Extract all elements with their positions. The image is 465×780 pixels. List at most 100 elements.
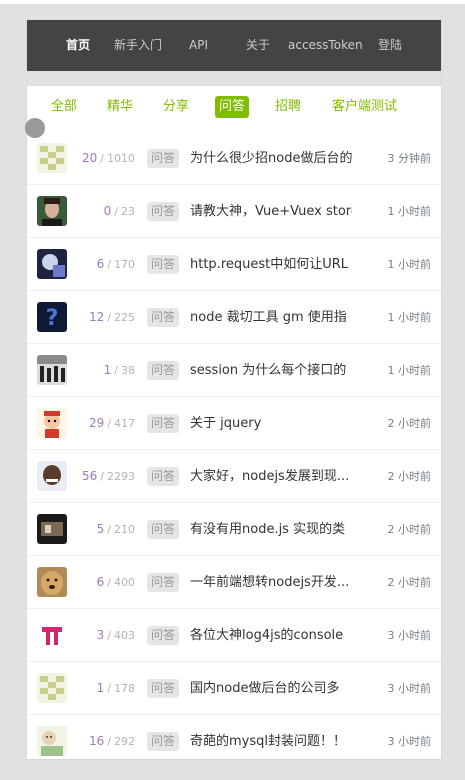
reply-count: 29	[89, 416, 105, 430]
topic-row[interactable]: 0/23 问答 请教大神，Vue+Vuex store 1 小时前	[27, 185, 441, 238]
bw-avatar[interactable]	[37, 355, 67, 385]
topic-row[interactable]: 1/178 问答 国内node做后台的公司多 3 小时前	[27, 662, 441, 715]
visit-count: 170	[114, 258, 135, 271]
svg-text:?: ?	[46, 306, 59, 331]
last-reply-time: 1 小时前	[387, 258, 432, 271]
nav-about[interactable]: 关于	[246, 20, 270, 71]
topic-tag-badge: 问答	[147, 361, 180, 380]
topic-tag-badge: 问答	[147, 308, 180, 327]
topic-title-link[interactable]: node 裁切工具 gm 使用指	[190, 291, 352, 344]
topic-tag-badge: 问答	[147, 679, 180, 698]
count-separator: /	[107, 682, 111, 695]
reply-count: 6	[96, 257, 105, 271]
portrait-avatar[interactable]	[37, 196, 67, 226]
reply-visit-count: 6/170	[69, 238, 135, 291]
nav-home[interactable]: 首页	[66, 20, 90, 71]
blue-avatar[interactable]	[37, 249, 67, 279]
topic-title-link[interactable]: 为什么很少招node做后台的	[190, 132, 352, 185]
topic-tag-badge: 问答	[147, 626, 180, 645]
topic-row[interactable]: 3/403 问答 各位大神log4js的console 3 小时前	[27, 609, 441, 662]
topic-title-link[interactable]: http.request中如何让URL	[190, 238, 352, 291]
nav-api[interactable]: API	[189, 20, 208, 71]
reply-visit-count: 1/178	[69, 662, 135, 715]
count-separator: /	[114, 364, 118, 377]
visit-count: 225	[114, 311, 135, 324]
tab-share[interactable]: 分享	[159, 96, 193, 118]
reply-count: 6	[96, 575, 105, 589]
scroll-indicator[interactable]	[25, 118, 45, 138]
topic-tabs: 全部 精华 分享 问答 招聘 客户端测试	[27, 86, 441, 133]
visit-count: 2293	[107, 470, 135, 483]
separator-strip	[27, 71, 441, 86]
nav-accesstoken[interactable]: accessToken	[288, 20, 363, 71]
last-reply-time: 2 小时前	[387, 576, 432, 589]
reply-count: 1	[103, 363, 112, 377]
dog-avatar[interactable]	[37, 567, 67, 597]
tab-ask[interactable]: 问答	[215, 96, 250, 118]
tab-good[interactable]: 精华	[103, 96, 137, 118]
visit-count: 210	[114, 523, 135, 536]
last-reply-time: 2 小时前	[387, 417, 432, 430]
topic-row[interactable]: 1/38 问答 session 为什么每个接口的 1 小时前	[27, 344, 441, 397]
tab-dev[interactable]: 客户端测试	[328, 96, 401, 118]
reply-visit-count: 3/403	[69, 609, 135, 662]
topic-row[interactable]: 6/400 问答 一年前端想转nodejs开发... 2 小时前	[27, 556, 441, 609]
reply-visit-count: 29/417	[69, 397, 135, 450]
reply-visit-count: 20/1010	[69, 132, 135, 185]
nav-getstarted[interactable]: 新手入门	[114, 20, 162, 71]
topic-tag-badge: 问答	[147, 467, 180, 486]
topic-title-link[interactable]: 大家好，nodejs发展到现...	[190, 450, 352, 503]
pink-avatar[interactable]	[37, 620, 67, 650]
topic-title-link[interactable]: 有没有用node.js 实现的类	[190, 503, 352, 556]
visit-count: 178	[114, 682, 135, 695]
count-separator: /	[107, 735, 111, 748]
dark-avatar[interactable]	[37, 514, 67, 544]
drawing-avatar[interactable]	[37, 726, 67, 756]
visit-count: 417	[114, 417, 135, 430]
pixel-avatar[interactable]	[37, 673, 67, 703]
face-avatar[interactable]	[37, 461, 67, 491]
count-separator: /	[107, 311, 111, 324]
topic-tag-badge: 问答	[147, 732, 180, 751]
nav-login[interactable]: 登陆	[378, 20, 402, 71]
count-separator: /	[107, 576, 111, 589]
app-frame: 首页 新手入门 API 关于 accessToken 登陆 全部 精华 分享 问…	[26, 19, 442, 760]
topic-tag-badge: 问答	[147, 255, 180, 274]
topic-tag-badge: 问答	[147, 573, 180, 592]
topic-row[interactable]: 5/210 问答 有没有用node.js 实现的类 2 小时前	[27, 503, 441, 556]
count-separator: /	[114, 205, 118, 218]
topic-title-link[interactable]: 各位大神log4js的console	[190, 609, 352, 662]
count-separator: /	[107, 523, 111, 536]
count-separator: /	[107, 629, 111, 642]
top-edge	[0, 0, 465, 4]
topic-title-link[interactable]: 国内node做后台的公司多	[190, 662, 352, 715]
topic-title-link[interactable]: 一年前端想转nodejs开发...	[190, 556, 352, 609]
visit-count: 23	[121, 205, 135, 218]
reply-visit-count: 16/292	[69, 715, 135, 759]
cartoon-avatar[interactable]	[37, 408, 67, 438]
last-reply-time: 3 小时前	[387, 735, 432, 748]
last-reply-time: 1 小时前	[387, 311, 432, 324]
last-reply-time: 2 小时前	[387, 523, 432, 536]
topic-title-link[interactable]: 关于 jquery	[190, 397, 352, 450]
tab-job[interactable]: 招聘	[271, 96, 305, 118]
topic-title-link[interactable]: 奇葩的mysql封装问题！！	[190, 715, 352, 759]
topic-title-link[interactable]: session 为什么每个接口的	[190, 344, 352, 397]
pixel-avatar[interactable]	[37, 143, 67, 173]
tab-all[interactable]: 全部	[47, 96, 81, 118]
topic-row[interactable]: 56/2293 问答 大家好，nodejs发展到现... 2 小时前	[27, 450, 441, 503]
last-reply-time: 3 小时前	[387, 682, 432, 695]
topic-title-link[interactable]: 请教大神，Vue+Vuex store	[190, 185, 352, 238]
visit-count: 292	[114, 735, 135, 748]
topic-row[interactable]: 6/170 问答 http.request中如何让URL 1 小时前	[27, 238, 441, 291]
topic-row[interactable]: 20/1010 问答 为什么很少招node做后台的 3 分钟前	[27, 132, 441, 185]
last-reply-time: 3 分钟前	[387, 152, 432, 165]
reply-visit-count: 6/400	[69, 556, 135, 609]
topic-row[interactable]: 29/417 问答 关于 jquery 2 小时前	[27, 397, 441, 450]
question-avatar[interactable]: ?	[37, 302, 67, 332]
topic-tag-badge: 问答	[147, 414, 180, 433]
last-reply-time: 1 小时前	[387, 364, 432, 377]
topic-row[interactable]: ? 12/225 问答 node 裁切工具 gm 使用指 1 小时前	[27, 291, 441, 344]
topic-row[interactable]: 16/292 问答 奇葩的mysql封装问题！！ 3 小时前	[27, 715, 441, 759]
topic-tag-badge: 问答	[147, 149, 180, 168]
